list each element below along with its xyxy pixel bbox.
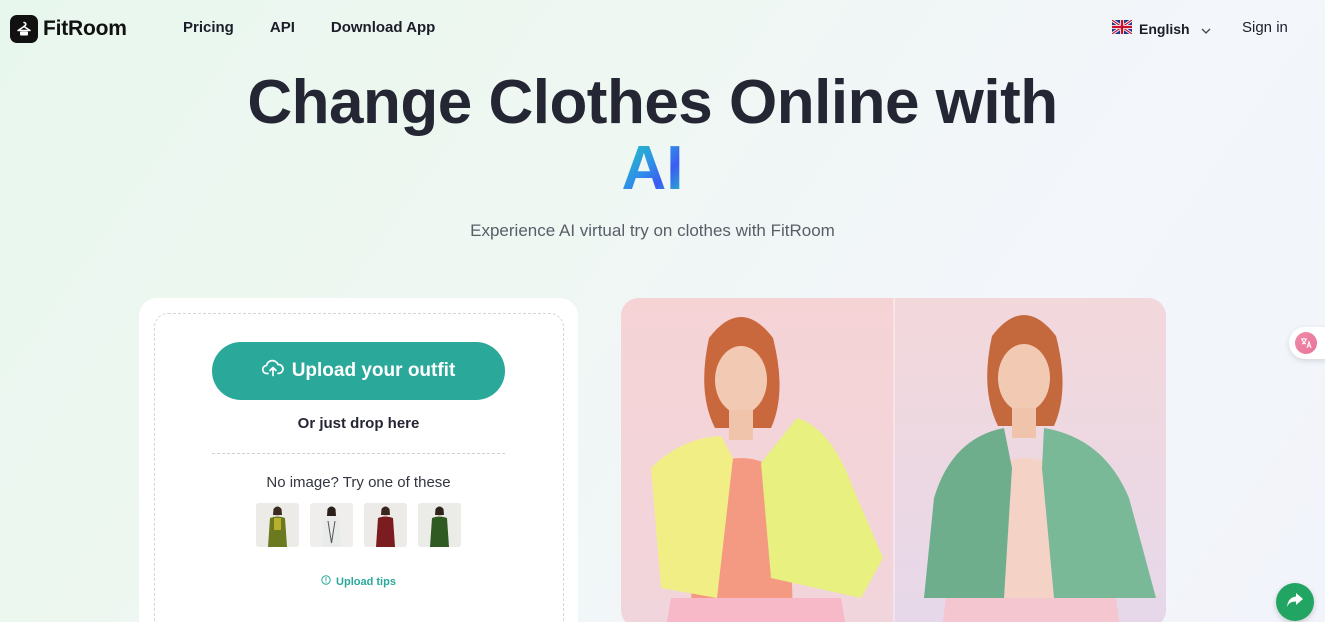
share-button[interactable] — [1276, 583, 1314, 621]
upload-tips-label: Upload tips — [336, 575, 396, 588]
hanger-box-icon — [10, 15, 38, 43]
sample-outfit-2-image — [310, 503, 353, 547]
sample-outfit-3[interactable] — [364, 503, 407, 547]
translate-widget[interactable] — [1289, 327, 1325, 359]
sample-outfit-1[interactable] — [256, 503, 299, 547]
share-arrow-icon — [1286, 592, 1304, 613]
language-label: English — [1139, 20, 1190, 37]
drop-hint: Or just drop here — [297, 415, 420, 432]
sample-outfit-1-image — [256, 503, 299, 547]
preview-after-image — [894, 298, 1166, 622]
upload-card: Upload your outfit Or just drop here No … — [139, 298, 578, 622]
divider — [212, 453, 505, 454]
main-nav: Pricing API Download App — [183, 19, 435, 36]
brand-name: FitRoom — [43, 17, 127, 40]
brand-logo[interactable]: FitRoom — [10, 15, 127, 43]
sign-in-link[interactable]: Sign in — [1242, 19, 1288, 36]
sample-outfit-3-image — [364, 503, 407, 547]
translate-icon — [1295, 332, 1317, 354]
sample-prompt: No image? Try one of these — [266, 474, 451, 491]
upload-button-label: Upload your outfit — [291, 360, 456, 381]
sample-outfit-4[interactable] — [418, 503, 461, 547]
sample-outfit-2[interactable] — [310, 503, 353, 547]
hero-title-highlight: AI — [0, 136, 1305, 202]
nav-item-download-app[interactable]: Download App — [331, 19, 435, 36]
language-selector[interactable]: English — [1111, 18, 1211, 37]
sample-outfit-4-image — [418, 503, 461, 547]
info-circle-icon — [321, 575, 331, 588]
hero-title: Change Clothes Online with — [247, 68, 1058, 137]
uk-flag-icon — [1111, 18, 1133, 37]
nav-item-pricing[interactable]: Pricing — [183, 19, 234, 36]
upload-dropzone[interactable]: Upload your outfit Or just drop here No … — [154, 313, 564, 622]
nav-item-api[interactable]: API — [270, 19, 295, 36]
preview-before-image — [621, 298, 894, 622]
hero-subtitle: Experience AI virtual try on clothes wit… — [470, 221, 835, 240]
hero-highlight-text: AI — [621, 134, 684, 203]
top-navbar: FitRoom Pricing API Download App English… — [0, 0, 1325, 58]
cloud-upload-icon — [261, 359, 284, 383]
chevron-down-icon — [1201, 21, 1211, 37]
preview-divider — [893, 298, 895, 622]
upload-tips-link[interactable]: Upload tips — [155, 575, 562, 588]
tryon-preview — [621, 298, 1166, 622]
sample-outfits — [256, 503, 461, 547]
upload-outfit-button[interactable]: Upload your outfit — [212, 342, 505, 400]
